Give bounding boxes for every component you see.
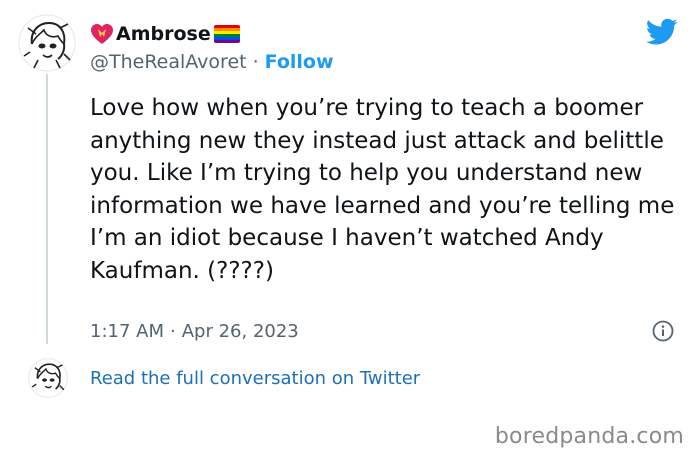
anime-sketch-avatar-icon [28, 358, 68, 398]
twitter-bird-icon[interactable] [646, 18, 678, 46]
display-name[interactable]: Ambrose [116, 23, 211, 45]
tweet-text: Love how when you’re trying to teach a b… [90, 95, 675, 284]
tweet-date[interactable]: Apr 26, 2023 [182, 321, 299, 342]
heart-with-ribbon-icon [91, 24, 113, 44]
info-icon[interactable] [652, 320, 674, 342]
rainbow-flag-icon [213, 25, 240, 43]
author-handle-row: @TheRealAvoret · Follow [90, 50, 334, 74]
read-conversation-link[interactable]: Read the full conversation on Twitter [90, 366, 420, 390]
timestamp-separator: · [170, 320, 176, 342]
anime-sketch-avatar-icon [18, 14, 76, 72]
handle-separator: · [252, 51, 259, 73]
avatar[interactable] [18, 14, 76, 72]
follow-button[interactable]: Follow [265, 51, 334, 73]
tweet-card: Ambrose @TheRealAvoret · Follow Love how… [0, 0, 700, 420]
author-name-row[interactable]: Ambrose [90, 20, 240, 48]
tweet-timestamp[interactable]: 1:17 AM · Apr 26, 2023 [90, 318, 299, 344]
thread-line [46, 74, 48, 344]
tweet-time[interactable]: 1:17 AM [90, 321, 164, 342]
boredpanda-watermark: boredpanda.com [494, 424, 684, 449]
author-handle[interactable]: @TheRealAvoret [90, 51, 247, 73]
conversation-avatar[interactable] [28, 358, 68, 398]
